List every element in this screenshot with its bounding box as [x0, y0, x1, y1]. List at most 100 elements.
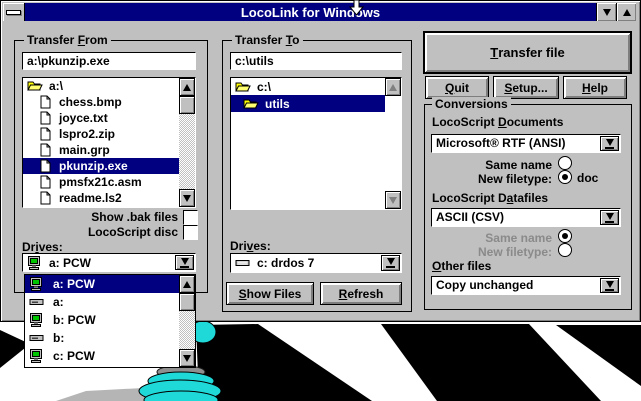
mouse-cursor [349, 0, 365, 16]
to-drive-value: c: drdos 7 [257, 256, 314, 270]
documents-dropdown-button[interactable] [600, 136, 619, 151]
scroll-down-button[interactable] [179, 349, 195, 367]
maximize-icon [623, 9, 631, 16]
list-item[interactable]: joyce.txt [23, 110, 179, 126]
documents-format-combobox[interactable]: Microsoft® RTF (ANSI) [431, 134, 621, 153]
file-icon [37, 191, 53, 205]
scroll-down-button[interactable] [179, 189, 195, 207]
title-bar[interactable]: LocoLink for Windows [3, 3, 636, 21]
file-list-items: a:\ chess.bmp joyce.txt lspro2.zip main.… [23, 78, 179, 207]
locoscript-disc-label: LocoScript disc [22, 226, 178, 239]
transfer-to-folder-list[interactable]: c:\ utils [230, 77, 402, 210]
list-item-selected[interactable]: utils [231, 95, 385, 112]
transfer-from-file-list[interactable]: a:\ chess.bmp joyce.txt lspro2.zip main.… [22, 77, 196, 208]
drive-option[interactable]: b: [25, 329, 179, 347]
documents-filetype-ext: doc [577, 172, 598, 185]
from-drives-dropdown-list[interactable]: a: PCW a: b: PCW b: c: PCW [24, 274, 196, 368]
scroll-up-button[interactable] [179, 78, 195, 96]
drive-option[interactable]: a: [25, 293, 179, 311]
desktop: LocoLink for Windows Transfer From a:\pk… [0, 0, 641, 401]
drive-option-selected[interactable]: a: PCW [25, 275, 179, 293]
locoscript-disc-checkbox[interactable] [183, 225, 198, 240]
list-item[interactable]: readme.ls2 [23, 190, 179, 206]
documents-label: LocoScript Documents [432, 116, 563, 129]
scroll-up-button-disabled[interactable] [385, 78, 401, 96]
list-item-selected[interactable]: pkunzip.exe [23, 158, 179, 174]
file-icon [37, 159, 53, 173]
file-icon [37, 111, 53, 125]
drive-option[interactable]: b: PCW [25, 311, 179, 329]
pcw-drive-icon [29, 277, 45, 291]
pcw-drive-icon [29, 349, 45, 363]
folder-list-scrollbar[interactable] [385, 78, 401, 209]
refresh-button[interactable]: Refresh [320, 282, 402, 305]
to-drives-label: Drives: [230, 240, 271, 253]
setup-button[interactable]: Setup... [493, 76, 559, 99]
datafiles-format-combobox[interactable]: ASCII (CSV) [431, 208, 621, 227]
drive-option[interactable]: c: PCW [25, 347, 179, 365]
from-drives-dropdown-button[interactable] [175, 255, 194, 270]
quit-button[interactable]: Quit [425, 76, 489, 99]
file-list-scrollbar[interactable] [179, 78, 195, 207]
control-menu-icon [6, 10, 21, 15]
datafiles-format-value: ASCII (CSV) [436, 210, 504, 224]
scroll-track[interactable] [179, 311, 195, 349]
window-title: LocoLink for Windows [25, 5, 596, 20]
folder-open-icon [243, 97, 259, 111]
minimize-button[interactable] [596, 3, 616, 21]
datafiles-label: LocoScript Datafiles [432, 192, 548, 205]
folder-open-icon [235, 80, 251, 94]
other-files-label: Other files [432, 260, 491, 273]
to-drives-combobox[interactable]: c: drdos 7 [230, 253, 402, 273]
conversions-label: Conversions [432, 97, 511, 111]
other-files-combobox[interactable]: Copy unchanged [431, 276, 621, 295]
scroll-track[interactable] [179, 114, 195, 189]
dropdown-arrow-icon [606, 139, 614, 146]
scroll-track[interactable] [385, 96, 401, 191]
pcw-drive-icon [27, 256, 43, 270]
minimize-icon [603, 9, 611, 16]
pcw-drive-icon [29, 313, 45, 327]
scroll-up-button[interactable] [179, 275, 195, 293]
documents-new-filetype-radio[interactable] [558, 170, 572, 184]
scroll-thumb[interactable] [179, 96, 195, 114]
datafiles-same-name-radio[interactable] [558, 229, 572, 243]
file-icon [37, 95, 53, 109]
dropdown-arrow-icon [606, 281, 614, 288]
to-drives-dropdown-button[interactable] [381, 255, 400, 271]
datafiles-new-filetype-radio[interactable] [558, 243, 572, 257]
datafiles-dropdown-button[interactable] [600, 210, 619, 225]
list-item[interactable]: main.grp [23, 142, 179, 158]
file-icon [37, 175, 53, 189]
help-button[interactable]: Help [563, 76, 627, 99]
documents-same-name-radio[interactable] [558, 156, 572, 170]
transfer-from-path-input[interactable]: a:\pkunzip.exe [22, 52, 196, 70]
control-menu-button[interactable] [3, 3, 25, 21]
other-files-value: Copy unchanged [436, 278, 533, 292]
harddisk-drive-icon [235, 256, 251, 270]
documents-same-name-label: Same name [420, 158, 552, 172]
list-item[interactable]: pmsfx21c.asm [23, 174, 179, 190]
show-bak-label: Show .bak files [22, 211, 178, 224]
scroll-thumb[interactable] [179, 293, 195, 311]
show-files-button[interactable]: Show Files [226, 282, 314, 305]
from-drives-combobox[interactable]: a: PCW [22, 253, 196, 272]
show-bak-checkbox[interactable] [183, 210, 198, 225]
transfer-file-button[interactable]: Transfer file [423, 31, 632, 74]
list-item[interactable]: a:\ [23, 78, 179, 94]
file-icon [37, 127, 53, 141]
scroll-down-button-disabled[interactable] [385, 191, 401, 209]
dropdown-scrollbar[interactable] [179, 275, 195, 367]
file-icon [37, 143, 53, 157]
other-files-dropdown-button[interactable] [600, 278, 619, 293]
maximize-button[interactable] [616, 3, 636, 21]
transfer-to-path-input[interactable]: c:\utils [230, 52, 402, 70]
folder-open-icon [27, 79, 43, 93]
dropdown-arrow-icon [606, 213, 614, 220]
list-item[interactable]: chess.bmp [23, 94, 179, 110]
dropdown-arrow-icon [181, 258, 189, 265]
transfer-to-label: Transfer To [232, 33, 303, 47]
list-item[interactable]: lspro2.zip [23, 126, 179, 142]
folder-list-items: c:\ utils [231, 78, 385, 209]
list-item[interactable]: c:\ [231, 78, 385, 95]
